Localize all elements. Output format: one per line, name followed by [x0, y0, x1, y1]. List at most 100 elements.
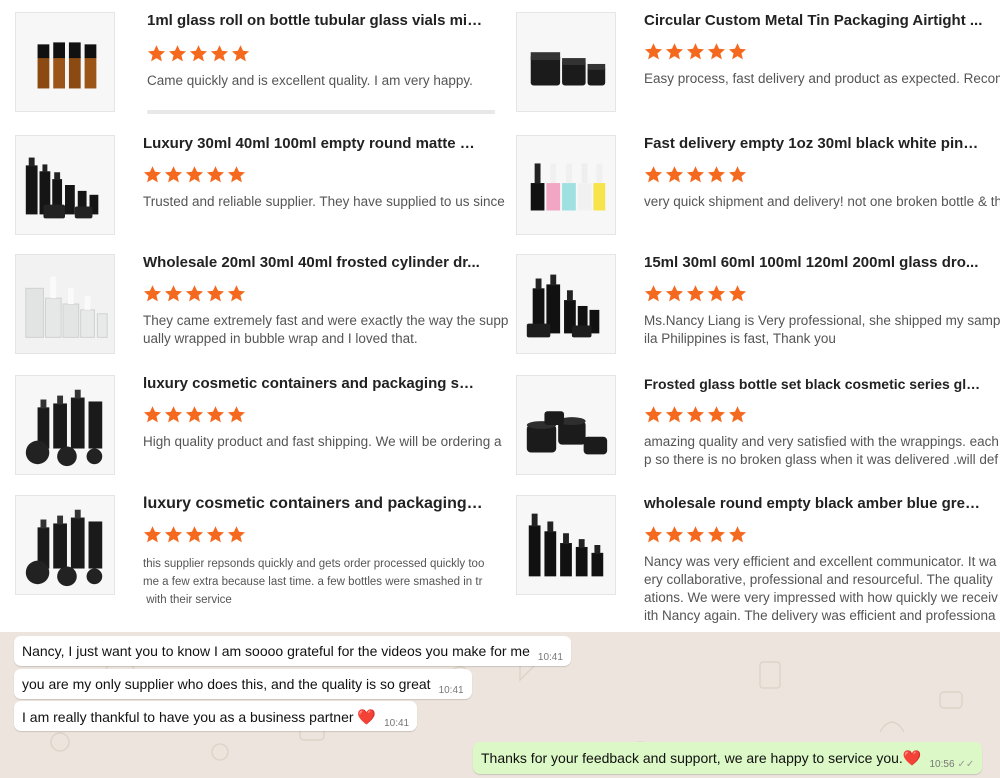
product-thumbnail[interactable] — [15, 254, 115, 354]
star-icon — [707, 526, 726, 543]
star-icon — [686, 166, 705, 183]
star-icon — [665, 526, 684, 543]
review-card[interactable]: Frosted glass bottle set black cosmetic … — [516, 375, 1000, 483]
black-dropper-set-icon — [517, 255, 615, 353]
star-icon — [686, 43, 705, 60]
star-icon — [227, 285, 246, 302]
product-thumbnail[interactable] — [516, 135, 616, 235]
star-icon — [168, 45, 187, 62]
heart-emoji-icon: ❤️ — [902, 750, 922, 767]
message-time: 10:41 — [537, 652, 563, 663]
star-icon — [665, 406, 684, 423]
incoming-message[interactable]: I am really thankful to have you as a bu… — [14, 701, 418, 731]
star-icon — [728, 166, 747, 183]
star-icon — [185, 285, 204, 302]
review-card[interactable]: Luxury 30ml 40ml 100ml empty round matte… — [15, 135, 510, 243]
message-time: 10:56 — [929, 759, 955, 770]
review-comment: Ms.Nancy Liang is Very professional, she… — [644, 313, 1000, 346]
star-icon — [707, 166, 726, 183]
product-thumbnail[interactable] — [15, 135, 115, 235]
amber-roller-vials-icon — [16, 13, 114, 111]
star-rating — [644, 525, 747, 547]
star-icon — [164, 406, 183, 423]
star-icon — [707, 285, 726, 302]
chat-panel: Nancy, I just want you to know I am sooo… — [0, 632, 1000, 778]
star-icon — [728, 406, 747, 423]
star-icon — [644, 285, 663, 302]
review-comment: very quick shipment and delivery! not on… — [644, 194, 1000, 209]
star-icon — [206, 406, 225, 423]
black-bottle-set-icon — [16, 136, 114, 234]
star-icon — [665, 43, 684, 60]
review-card[interactable]: 15ml 30ml 60ml 100ml 120ml 200ml glass d… — [516, 254, 1000, 364]
star-icon — [644, 43, 663, 60]
review-comment: They came extremely fast and were exactl… — [143, 313, 509, 346]
product-thumbnail[interactable] — [516, 254, 616, 354]
divider — [147, 110, 495, 114]
star-icon — [147, 45, 166, 62]
review-product-title[interactable]: Frosted glass bottle set black cosmetic … — [644, 375, 984, 393]
product-thumbnail[interactable] — [516, 495, 616, 595]
star-icon — [143, 526, 162, 543]
product-thumbnail[interactable] — [516, 12, 616, 112]
product-thumbnail[interactable] — [516, 375, 616, 475]
star-icon — [665, 285, 684, 302]
review-product-title[interactable]: luxury cosmetic containers and packaging… — [143, 495, 483, 513]
star-icon — [686, 406, 705, 423]
review-card[interactable]: luxury cosmetic containers and packaging… — [15, 495, 510, 610]
star-icon — [189, 45, 208, 62]
review-product-title[interactable]: Luxury 30ml 40ml 100ml empty round matte… — [143, 135, 483, 153]
message-time: 10:41 — [384, 718, 410, 729]
product-thumbnail[interactable] — [15, 495, 115, 595]
star-icon — [686, 285, 705, 302]
review-product-title[interactable]: 15ml 30ml 60ml 100ml 120ml 200ml glass d… — [644, 254, 984, 272]
star-rating — [143, 165, 246, 187]
outgoing-message[interactable]: Thanks for your feedback and support, we… — [473, 742, 983, 774]
black-jars-icon — [517, 13, 615, 111]
incoming-message[interactable]: you are my only supplier who does this, … — [14, 669, 472, 699]
star-icon — [206, 526, 225, 543]
message-time: 10:41 — [438, 685, 464, 696]
black-cosmetic-set-2-icon — [16, 496, 114, 594]
colored-dropper-bottles-icon — [517, 136, 615, 234]
review-product-title[interactable]: 1ml glass roll on bottle tubular glass v… — [147, 12, 487, 30]
star-icon — [728, 526, 747, 543]
review-comment: amazing quality and very satisfied with … — [644, 434, 999, 467]
message-text: you are my only supplier who does this, … — [22, 676, 431, 692]
review-card[interactable]: Fast delivery empty 1oz 30ml black white… — [516, 135, 1000, 243]
star-icon — [143, 406, 162, 423]
review-product-title[interactable]: wholesale round empty black amber blue g… — [644, 495, 984, 513]
star-icon — [164, 166, 183, 183]
review-comment: Trusted and reliable supplier. They have… — [143, 194, 505, 209]
star-rating — [644, 42, 747, 64]
star-rating — [143, 405, 246, 427]
message-text: I am really thankful to have you as a bu… — [22, 709, 354, 725]
star-rating — [147, 44, 250, 66]
review-comment: Came quickly and is excellent quality. I… — [147, 73, 473, 88]
review-product-title[interactable]: Circular Custom Metal Tin Packaging Airt… — [644, 12, 984, 30]
star-icon — [644, 526, 663, 543]
black-cosmetic-set-icon — [16, 376, 114, 474]
product-thumbnail[interactable] — [15, 12, 115, 112]
review-product-title[interactable]: Wholesale 20ml 30ml 40ml frosted cylinde… — [143, 254, 483, 272]
star-rating — [644, 284, 747, 306]
incoming-message[interactable]: Nancy, I just want you to know I am sooo… — [14, 636, 571, 666]
review-product-title[interactable]: Fast delivery empty 1oz 30ml black white… — [644, 135, 984, 153]
star-rating — [143, 284, 246, 306]
star-icon — [686, 526, 705, 543]
review-card[interactable]: luxury cosmetic containers and packaging… — [15, 375, 510, 483]
read-receipt-icon: ✓✓ — [957, 759, 975, 770]
review-card[interactable]: 1ml glass roll on bottle tubular glass v… — [15, 12, 495, 120]
review-card[interactable]: wholesale round empty black amber blue g… — [516, 495, 1000, 632]
star-rating — [644, 165, 747, 187]
star-icon — [728, 285, 747, 302]
black-pump-bottles-icon — [517, 496, 615, 594]
star-icon — [210, 45, 229, 62]
review-product-title[interactable]: luxury cosmetic containers and packaging… — [143, 375, 483, 393]
star-rating — [143, 525, 246, 547]
review-card[interactable]: Wholesale 20ml 30ml 40ml frosted cylinde… — [15, 254, 510, 364]
product-thumbnail[interactable] — [15, 375, 115, 475]
review-card[interactable]: Circular Custom Metal Tin Packaging Airt… — [516, 12, 1000, 120]
star-icon — [206, 285, 225, 302]
black-cream-jars-icon — [517, 376, 615, 474]
